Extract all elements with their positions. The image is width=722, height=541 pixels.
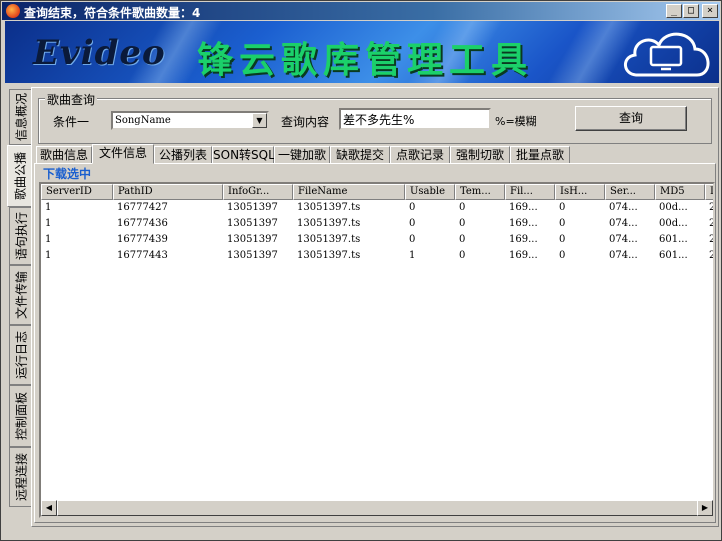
side-tab-remote-connect[interactable]: 远程连接 xyxy=(9,447,31,507)
fuzzy-hint: %=模糊 xyxy=(495,115,537,128)
col-header[interactable]: FileName xyxy=(293,184,405,200)
tab-force-switch[interactable]: 强制切歌 xyxy=(450,146,510,164)
search-input[interactable]: 差不多先生% xyxy=(339,108,491,130)
cloud-monitor-icon xyxy=(624,32,710,77)
col-header[interactable]: Tem... xyxy=(455,184,505,200)
tab-batch-order[interactable]: 批量点歌 xyxy=(510,146,570,164)
banner-title: 锋云歌库管理工具 xyxy=(197,40,534,81)
chevron-down-icon[interactable]: ▼ xyxy=(252,113,267,128)
minimize-button[interactable]: _ xyxy=(666,4,682,18)
brand-logo: Evideo xyxy=(33,33,166,73)
condition-label: 条件一 xyxy=(53,115,90,129)
side-tab-control-panel[interactable]: 控制面板 xyxy=(9,385,31,447)
side-tab-file-transfer[interactable]: 文件传输 xyxy=(9,265,31,325)
content-label: 查询内容 xyxy=(281,115,330,129)
tab-bar: 歌曲信息 文件信息 公播列表 SON转SQL 一键加歌 缺歌提交 点歌记录 强制… xyxy=(34,144,718,164)
side-tab-run-log[interactable]: 运行日志 xyxy=(9,325,31,385)
main-panel: 歌曲查询 条件一 SongName ▼ 查询内容 差不多先生% %=模糊 查询 … xyxy=(31,87,719,527)
query-button[interactable]: 查询 xyxy=(575,106,687,131)
scroll-right-icon[interactable]: ▶ xyxy=(697,500,713,516)
maximize-button[interactable]: □ xyxy=(683,4,699,18)
song-query-group: 歌曲查询 条件一 SongName ▼ 查询内容 差不多先生% %=模糊 查询 xyxy=(38,91,712,144)
col-header[interactable]: PathID xyxy=(113,184,223,200)
col-header[interactable]: Usable xyxy=(405,184,455,200)
horizontal-scrollbar[interactable]: ◀ ▶ xyxy=(41,500,713,516)
file-table[interactable]: ServerID PathID InfoGr... FileName Usabl… xyxy=(39,182,715,518)
close-button[interactable]: × xyxy=(702,4,718,18)
tab-broadcast-list[interactable]: 公播列表 xyxy=(154,146,212,164)
col-header[interactable]: I: xyxy=(705,184,713,200)
side-tab-strip: 信息概况 歌曲公播 语句执行 文件传输 运行日志 控制面板 远程连接 xyxy=(7,87,31,507)
condition-select[interactable]: SongName ▼ xyxy=(111,111,269,130)
col-header[interactable]: Ser... xyxy=(605,184,655,200)
tab-missing-submit[interactable]: 缺歌提交 xyxy=(330,146,390,164)
tab-song-info[interactable]: 歌曲信息 xyxy=(36,146,92,164)
side-tab-sql-exec[interactable]: 语句执行 xyxy=(9,207,31,265)
scroll-left-icon[interactable]: ◀ xyxy=(41,500,57,516)
window-title: 查询结束，符合条件歌曲数量：4 xyxy=(24,6,201,20)
download-selected-link[interactable]: 下载选中 xyxy=(43,165,91,182)
tab-song-records[interactable]: 点歌记录 xyxy=(390,146,450,164)
side-tab-song-broadcast[interactable]: 歌曲公播 xyxy=(7,145,31,207)
tab-one-click-add[interactable]: 一键加歌 xyxy=(274,146,330,164)
title-bar[interactable]: 查询结束，符合条件歌曲数量：4 _ □ × xyxy=(2,2,720,20)
side-tab-overview[interactable]: 信息概况 xyxy=(9,89,31,145)
tab-file-info[interactable]: 文件信息 xyxy=(92,144,154,164)
col-header[interactable]: IsH... xyxy=(555,184,605,200)
file-info-panel: 下载选中 ServerID PathID InfoGr... FileName … xyxy=(34,163,716,523)
tab-son-to-sql[interactable]: SON转SQL xyxy=(212,146,275,164)
header-banner: Evideo 锋云歌库管理工具 xyxy=(5,21,719,83)
col-header[interactable]: Fil... xyxy=(505,184,555,200)
app-window: 查询结束，符合条件歌曲数量：4 _ □ × Evideo 锋云歌库管理工具 信息… xyxy=(0,0,722,541)
group-title: 歌曲查询 xyxy=(45,91,98,108)
col-header[interactable]: ServerID xyxy=(41,184,113,200)
col-header[interactable]: MD5 xyxy=(655,184,705,200)
app-icon xyxy=(6,4,20,18)
scroll-thumb[interactable] xyxy=(57,500,709,516)
col-header[interactable]: InfoGr... xyxy=(223,184,293,200)
